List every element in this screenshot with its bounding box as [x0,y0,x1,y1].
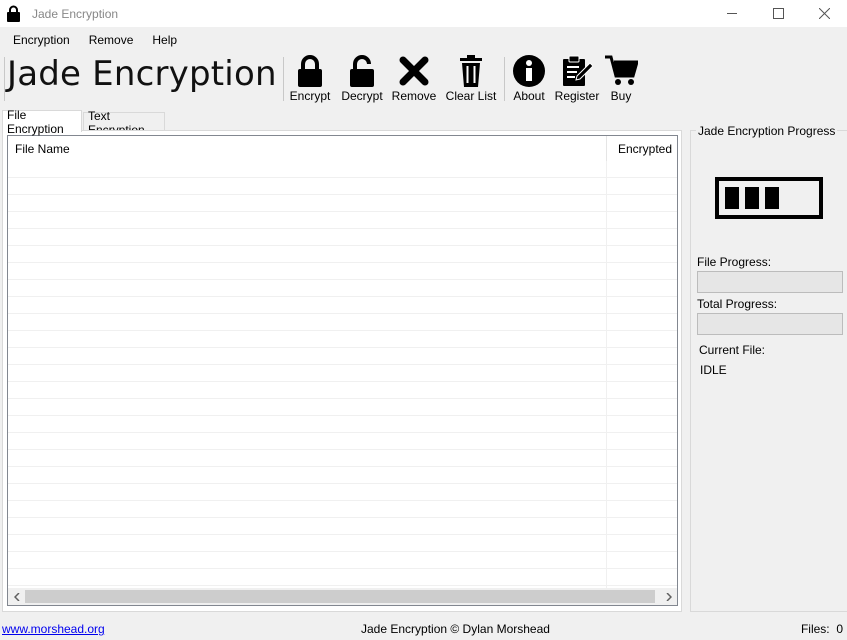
list-row [8,467,677,484]
status-bar: www.morshead.org Jade Encryption © Dylan… [0,618,847,640]
menu-bar: Encryption Remove Help [0,29,847,51]
menu-encryption[interactable]: Encryption [0,33,79,47]
list-row [8,348,677,365]
file-progress-bar [697,271,843,293]
list-row [8,382,677,399]
tab-file-encryption[interactable]: File Encryption [2,108,82,136]
list-row [8,229,677,246]
list-row [8,297,677,314]
list-row [8,263,677,280]
list-row [8,518,677,535]
clear-list-label: Clear List [445,89,497,103]
list-row [8,331,677,348]
tab-text-encryption[interactable]: Text Encryption [83,109,165,137]
title-bar: Jade Encryption [0,0,847,27]
column-divider[interactable] [677,136,678,161]
list-row [8,195,677,212]
progress-group-title: Jade Encryption Progress [696,124,838,138]
list-header: File Name Encrypted [8,136,677,161]
list-row [8,246,677,263]
files-label: Files: [800,622,830,636]
toolbar-separator [504,57,505,101]
scrollbar-thumb[interactable] [25,590,655,603]
info-icon [511,53,547,89]
toolbar-grip [4,57,5,101]
list-rows [8,161,677,586]
list-row [8,433,677,450]
decrypt-label: Decrypt [341,89,383,103]
list-row [8,416,677,433]
close-button[interactable] [801,0,847,27]
trash-icon [453,53,489,89]
lock-closed-icon [292,53,328,89]
remove-button[interactable]: Remove [390,53,438,107]
toolbar-separator [283,57,284,101]
current-file-label: Current File: [699,343,766,357]
register-icon [559,53,595,89]
list-row [8,552,677,569]
decrypt-button[interactable]: Decrypt [338,53,386,107]
total-progress-bar [697,313,843,335]
horizontal-scrollbar[interactable] [8,588,677,605]
list-row [8,569,677,586]
list-row [8,280,677,297]
scroll-right-icon[interactable] [660,588,677,605]
column-divider[interactable] [606,136,607,161]
list-row [8,484,677,501]
website-link[interactable]: www.morshead.org [2,622,105,636]
copyright-text: Jade Encryption © Dylan Morshead [361,622,550,636]
file-list[interactable]: File Name Encrypted [7,135,678,606]
clear-list-button[interactable]: Clear List [444,53,498,107]
x-icon [396,53,432,89]
cart-icon [603,53,639,89]
list-row [8,161,677,178]
list-row [8,365,677,382]
about-button[interactable]: About [509,53,549,107]
list-row [8,314,677,331]
column-encrypted[interactable]: Encrypted [618,136,672,161]
encrypt-button[interactable]: Encrypt [288,53,332,107]
file-encryption-panel: File Name Encrypted [2,130,682,612]
lock-open-icon [344,53,380,89]
progress-group: Jade Encryption Progress File Progress: … [690,124,847,612]
maximize-button[interactable] [755,0,801,27]
files-count-value: 0 [836,622,843,636]
list-row [8,178,677,195]
file-progress-label: File Progress: [697,255,772,269]
encrypt-label: Encrypt [289,89,331,103]
current-file-value: IDLE [700,363,727,377]
total-progress-label: Total Progress: [697,297,778,311]
battery-icon [715,177,825,222]
brand-title: Jade Encryption [7,54,277,94]
lock-icon [7,5,23,23]
list-row [8,212,677,229]
scroll-left-icon[interactable] [8,588,25,605]
minimize-button[interactable] [709,0,755,27]
toolbar: Jade Encryption Encrypt Decrypt Remove C… [0,53,847,107]
remove-label: Remove [391,89,437,103]
buy-label: Buy [610,89,632,103]
about-label: About [513,89,545,103]
list-row [8,535,677,552]
buy-button[interactable]: Buy [603,53,639,107]
register-button[interactable]: Register [554,53,600,107]
list-row [8,399,677,416]
menu-help[interactable]: Help [142,33,186,47]
files-count: Files: 0 [801,622,843,636]
register-label: Register [554,89,600,103]
list-row [8,501,677,518]
window-title: Jade Encryption [32,6,119,21]
list-row [8,450,677,467]
column-file-name[interactable]: File Name [15,136,70,161]
menu-remove[interactable]: Remove [79,33,143,47]
